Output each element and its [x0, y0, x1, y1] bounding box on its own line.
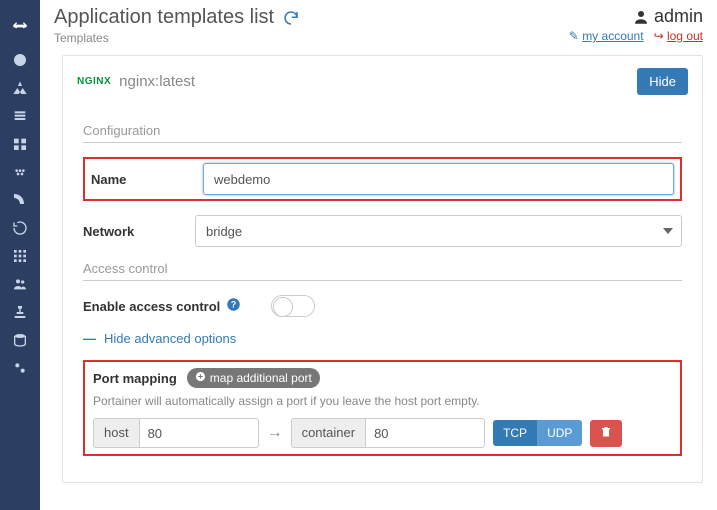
user-label: admin — [569, 6, 703, 27]
delete-port-button[interactable] — [590, 420, 622, 447]
port-description: Portainer will automatically assign a po… — [93, 394, 672, 408]
main: Application templates list Templates adm… — [40, 0, 717, 510]
sidebar-volumes-icon[interactable] — [0, 214, 40, 242]
port-mapping-title: Port mapping — [93, 371, 177, 386]
sidebar-logo-icon[interactable] — [0, 6, 40, 46]
minus-icon: — — [83, 331, 96, 346]
sidebar-stacks-icon[interactable] — [0, 102, 40, 130]
user-icon — [632, 8, 650, 26]
plus-icon — [195, 371, 206, 385]
template-panel: NGINX nginx:latest Hide Configuration Na… — [62, 55, 703, 483]
logout-icon: ↪ — [654, 29, 664, 43]
sidebar-networks-icon[interactable] — [0, 186, 40, 214]
refresh-icon[interactable] — [282, 9, 300, 27]
sidebar-endpoints-icon[interactable] — [0, 298, 40, 326]
host-prefix: host — [93, 418, 139, 448]
sidebar-users-icon[interactable] — [0, 270, 40, 298]
advanced-toggle-link[interactable]: Hide advanced options — [104, 331, 236, 346]
my-account-link[interactable]: my account — [582, 29, 643, 43]
enable-access-label: Enable access control — [83, 299, 220, 314]
network-label: Network — [83, 224, 195, 239]
tcp-button[interactable]: TCP — [493, 420, 537, 446]
sidebar-registries-icon[interactable] — [0, 326, 40, 354]
sidebar-dashboard-icon[interactable] — [0, 46, 40, 74]
container-prefix: container — [291, 418, 365, 448]
name-input[interactable] — [203, 163, 674, 195]
sidebar-settings-icon[interactable] — [0, 354, 40, 382]
section-access: Access control — [83, 261, 682, 281]
host-port-input[interactable] — [139, 418, 259, 448]
sidebar-grid-icon[interactable] — [0, 242, 40, 270]
container-port-input[interactable] — [365, 418, 485, 448]
sidebar — [0, 0, 40, 510]
nginx-logo-icon: NGINX — [77, 76, 111, 87]
section-configuration: Configuration — [83, 123, 682, 143]
image-name: nginx:latest — [119, 73, 195, 90]
svg-text:?: ? — [231, 300, 236, 310]
arrow-icon: → — [267, 424, 283, 442]
network-select[interactable]: bridge — [195, 215, 682, 247]
udp-button[interactable]: UDP — [537, 420, 582, 446]
sidebar-templates-icon[interactable] — [0, 74, 40, 102]
name-highlight: Name — [83, 157, 682, 201]
hide-button[interactable]: Hide — [637, 68, 688, 95]
sidebar-containers-icon[interactable] — [0, 130, 40, 158]
access-toggle[interactable] — [271, 295, 315, 317]
port-highlight: Port mapping map additional port Portain… — [83, 360, 682, 456]
add-port-button[interactable]: map additional port — [187, 368, 320, 388]
name-label: Name — [91, 172, 203, 187]
trash-icon — [600, 426, 612, 441]
help-icon[interactable]: ? — [226, 297, 241, 315]
logout-link[interactable]: log out — [667, 29, 703, 43]
wrench-icon: ✎ — [569, 29, 579, 43]
sidebar-images-icon[interactable] — [0, 158, 40, 186]
